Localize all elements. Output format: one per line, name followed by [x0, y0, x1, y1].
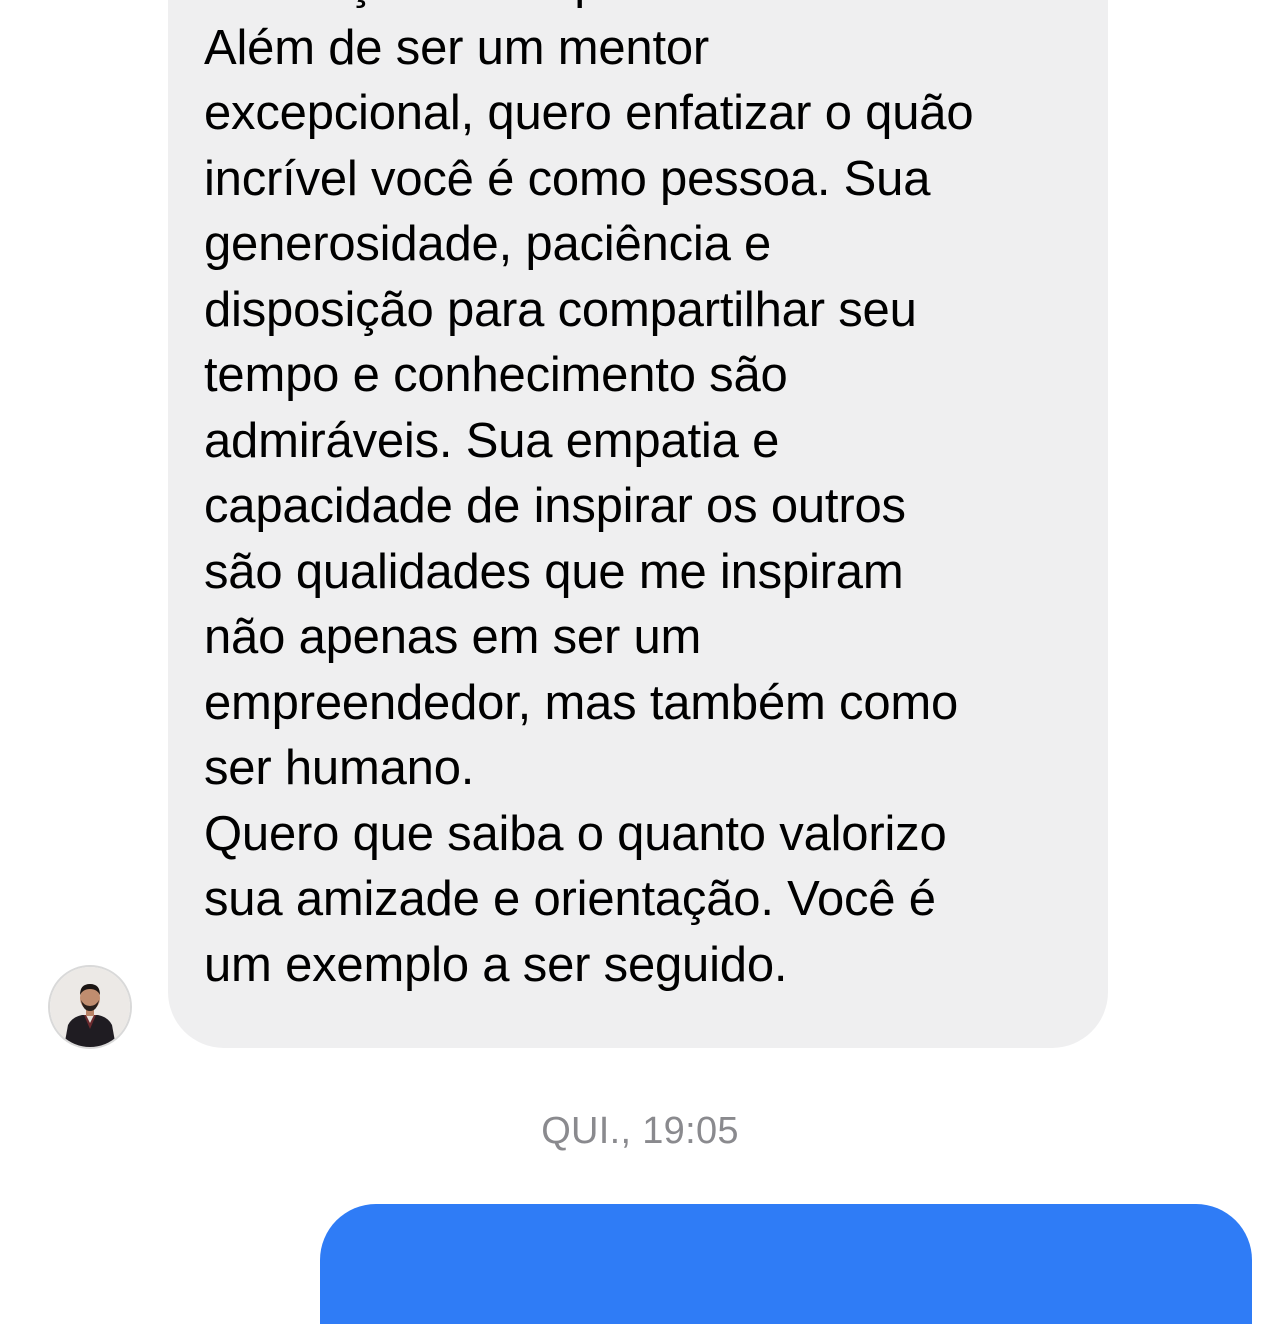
- message-line: admiráveis. Sua empatia e: [204, 413, 780, 468]
- person-avatar-icon: [50, 967, 130, 1047]
- chat-thread: dedicação ao empreendedorismo. Além de s…: [0, 0, 1280, 1324]
- message-line: capacidade de inspirar os outros: [204, 479, 906, 533]
- message-line: não apenas em ser um: [204, 610, 702, 664]
- message-line: Além de ser um mentor: [204, 20, 710, 75]
- message-line: um exemplo a ser seguido.: [204, 937, 788, 992]
- message-line: empreendedor, mas também como: [204, 675, 959, 730]
- incoming-message-bubble[interactable]: dedicação ao empreendedorismo. Além de s…: [168, 0, 1108, 1048]
- message-line: são qualidades que me inspiram: [204, 544, 904, 599]
- message-line: ser humano.: [204, 741, 475, 795]
- sender-avatar[interactable]: [48, 965, 132, 1049]
- message-line: generosidade, paciência e: [204, 217, 772, 271]
- message-line: tempo e conhecimento são: [204, 348, 788, 402]
- message-line: incrível você é como pessoa. Sua: [204, 151, 931, 206]
- message-line: excepcional, quero enfatizar o quão: [204, 86, 974, 140]
- message-timestamp: QUI., 19:05: [541, 1110, 739, 1152]
- message-line: dedicação ao empreendedorismo.: [204, 0, 1068, 16]
- message-line: disposição para compartilhar seu: [204, 282, 917, 337]
- outgoing-message-bubble[interactable]: [320, 1204, 1252, 1324]
- message-line: sua amizade e orientação. Você é: [204, 872, 936, 926]
- message-line: Quero que saiba o quanto valorizo: [204, 806, 947, 861]
